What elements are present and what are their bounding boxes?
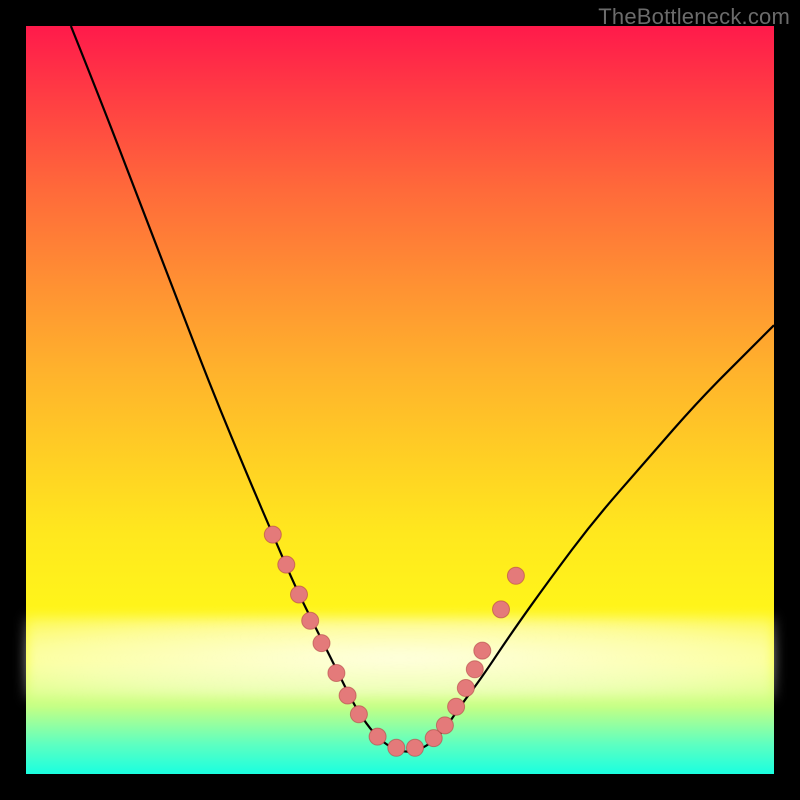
highlight-dot [507, 567, 524, 584]
highlight-dot [448, 698, 465, 715]
highlight-dot [339, 687, 356, 704]
highlight-dot [369, 728, 386, 745]
highlight-dot [436, 717, 453, 734]
highlight-dot [313, 635, 330, 652]
bottleneck-curve [71, 26, 774, 752]
highlight-dot [291, 586, 308, 603]
highlight-dot [466, 661, 483, 678]
chart-svg [26, 26, 774, 774]
chart-frame [26, 26, 774, 774]
highlight-dot [407, 739, 424, 756]
highlight-dot [328, 665, 345, 682]
highlight-dot [474, 642, 491, 659]
watermark-text: TheBottleneck.com [598, 4, 790, 30]
highlight-dot [278, 556, 295, 573]
highlight-dot [457, 680, 474, 697]
highlight-dot [388, 739, 405, 756]
highlight-dot [493, 601, 510, 618]
highlight-dot [302, 612, 319, 629]
highlight-dots-group [264, 526, 524, 756]
highlight-dot [350, 706, 367, 723]
highlight-dot [264, 526, 281, 543]
